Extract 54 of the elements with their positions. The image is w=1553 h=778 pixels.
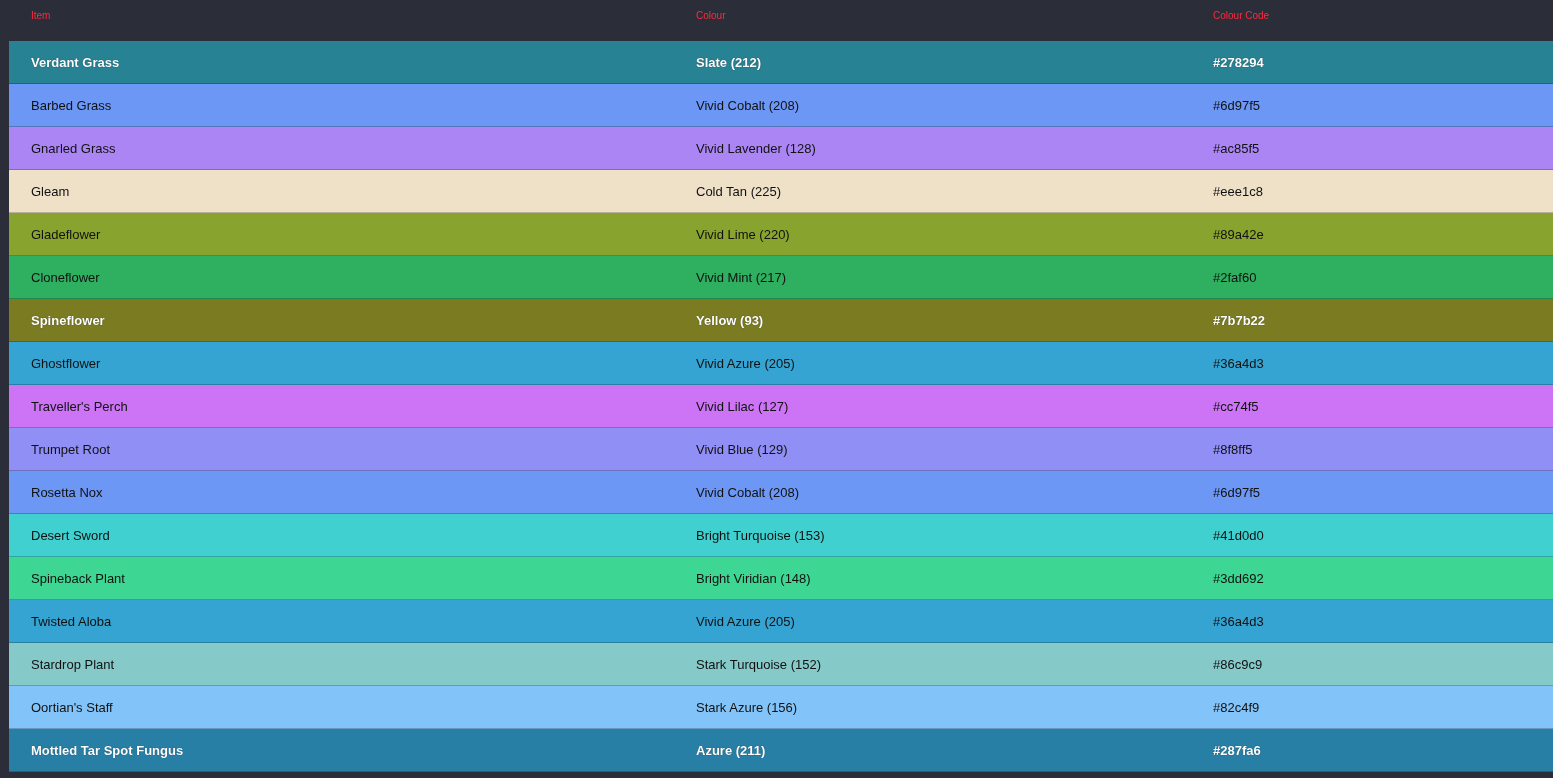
- table-cell-text: #82c4f9: [1212, 699, 1261, 715]
- table-cell-text: #36a4d3: [1212, 613, 1265, 629]
- table-cell-text: #278294: [1212, 54, 1265, 70]
- table-cell-text: Desert Sword: [30, 527, 111, 543]
- table-cell-text: Traveller's Perch: [30, 398, 129, 414]
- table-cell-text: Vivid Cobalt (208): [695, 97, 801, 113]
- table-cell-text: Spineflower: [30, 312, 106, 328]
- table-cell-text: #6d97f5: [1212, 97, 1261, 113]
- table-cell-text: Cloneflower: [30, 269, 101, 285]
- table-cell-text: Vivid Lime (220): [695, 226, 791, 242]
- table-cell-text: #6d97f5: [1212, 484, 1261, 500]
- table-cell-text: Vivid Azure (205): [695, 355, 796, 371]
- table-cell-text: Barbed Grass: [30, 97, 113, 113]
- table-cell-text: Rosetta Nox: [30, 484, 104, 500]
- table-cell-text: Stark Azure (156): [695, 699, 799, 715]
- table-cell-text: #eee1c8: [1212, 183, 1264, 199]
- table-cell-text: Bright Turquoise (153): [695, 527, 826, 543]
- table-cell-text: Cold Tan (225): [695, 183, 783, 199]
- table-cell-text: Oortian's Staff: [30, 699, 114, 715]
- table-cell-text: Vivid Lavender (128): [695, 140, 817, 156]
- table-cell-text: #36a4d3: [1212, 355, 1265, 371]
- table-cell-text: Yellow (93): [695, 312, 765, 328]
- table-cell-text: #7b7b22: [1212, 312, 1267, 328]
- table-cell-text: #287fa6: [1212, 742, 1262, 758]
- column-header: Item: [30, 10, 52, 21]
- table-cell-text: Vivid Blue (129): [695, 441, 789, 457]
- table-cell-text: Mottled Tar Spot Fungus: [30, 742, 185, 758]
- table-cell-text: Vivid Mint (217): [695, 269, 788, 285]
- table-cell-text: Spineback Plant: [30, 570, 126, 586]
- table-cell-text: Gleam: [30, 183, 71, 199]
- table-cell-text: #89a42e: [1212, 226, 1265, 242]
- table-cell-text: #ac85f5: [1212, 140, 1261, 156]
- table-cell-text: #2faf60: [1212, 269, 1258, 285]
- table-cell-text: Azure (211): [695, 742, 767, 758]
- table-cell-text: #3dd692: [1212, 570, 1265, 586]
- table-cell-text: Slate (212): [695, 54, 763, 70]
- table-cell-text: Ghostflower: [30, 355, 102, 371]
- table-cell-text: Bright Viridian (148): [695, 570, 812, 586]
- table-cell-text: #86c9c9: [1212, 656, 1264, 672]
- table-cell-text: Trumpet Root: [30, 441, 111, 457]
- table-cell-text: #8f8ff5: [1212, 441, 1254, 457]
- column-header: Colour: [695, 10, 727, 21]
- column-header: Colour Code: [1212, 10, 1271, 21]
- table-cell-text: Vivid Lilac (127): [695, 398, 790, 414]
- table-cell-text: Verdant Grass: [30, 54, 121, 70]
- table-cell-text: Vivid Azure (205): [695, 613, 796, 629]
- table-cell-text: Stardrop Plant: [30, 656, 116, 672]
- table-cell-text: Gnarled Grass: [30, 140, 117, 156]
- table-cell-text: #cc74f5: [1212, 398, 1260, 414]
- table-cell-text: Vivid Cobalt (208): [695, 484, 801, 500]
- table-cell-text: Gladeflower: [30, 226, 102, 242]
- table-cell-text: #41d0d0: [1212, 527, 1265, 543]
- table-cell-text: Stark Turquoise (152): [695, 656, 822, 672]
- table-cell-text: Twisted Aloba: [30, 613, 113, 629]
